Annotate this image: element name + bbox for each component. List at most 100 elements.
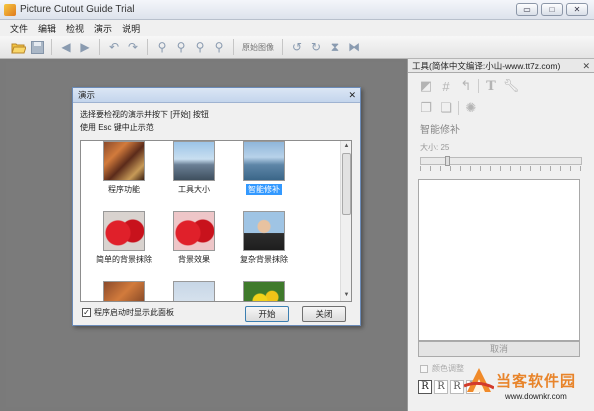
zoom-out-icon[interactable]: ⚲ [173, 39, 189, 55]
demo-item[interactable]: 背景效果 [161, 211, 227, 265]
menu-file[interactable]: 文件 [10, 22, 28, 35]
dialog-close-button[interactable]: ✕ [348, 88, 356, 103]
demo-list-scrollbar[interactable]: ▲ ▼ [340, 141, 351, 301]
demo-item[interactable] [161, 281, 227, 301]
scroll-up-icon[interactable]: ▲ [341, 141, 351, 152]
rotate-left-icon[interactable]: ↺ [289, 39, 305, 55]
close-window-button[interactable]: ✕ [566, 3, 588, 16]
zoom-fit-icon[interactable]: ⚲ [192, 39, 208, 55]
demo-item[interactable] [231, 281, 297, 301]
window-title: Picture Cutout Guide Trial [20, 4, 135, 15]
demo-item[interactable] [91, 281, 157, 301]
panel-close-button[interactable]: ✕ [582, 59, 590, 73]
panel-separator [458, 101, 459, 115]
cancel-button[interactable]: 取消 [418, 341, 580, 357]
show-on-startup-option[interactable]: ✓ 程序启动时显示此面板 [82, 307, 174, 318]
dialog-instruction: 选择要检视的演示并按下 [开始] 按钮 [80, 110, 209, 119]
stamp-icon[interactable]: ✺ [463, 100, 479, 116]
menu-demo[interactable]: 演示 [94, 22, 112, 35]
dialog-title-bar: 演示 ✕ [73, 88, 360, 103]
grid-icon[interactable]: # [438, 78, 454, 94]
watermark-url: www.downkr.com [505, 392, 567, 401]
toolbar-separator [282, 39, 283, 55]
menu-bar: 文件 编辑 检视 演示 说明 [0, 20, 594, 36]
color-adjust-label: 颜色调整 [432, 364, 464, 373]
panel-tool-row-2: ❐ ❏ ✺ [408, 95, 594, 117]
demo-thumbnail-lake [243, 141, 285, 181]
maximize-button[interactable]: □ [541, 3, 563, 16]
dialog-esc-hint: 使用 Esc 键中止示范 [80, 123, 154, 132]
forward-arrow-icon[interactable]: ▶ [77, 39, 93, 55]
menu-help[interactable]: 说明 [122, 22, 140, 35]
toolbar-separator [233, 39, 234, 55]
layers-icon[interactable]: ❐ [418, 100, 434, 116]
panel-tool-row: ◩ # ↰ T 🔧︎ [408, 73, 594, 95]
demo-thumbnail-raspberries-bg [173, 211, 215, 251]
redo-icon[interactable]: ↷ [125, 39, 141, 55]
window-controls: ▭ □ ✕ [516, 3, 588, 16]
demo-label: 工具大小 [178, 185, 210, 194]
flip-vertical-icon[interactable]: ⧗ [327, 39, 343, 55]
demo-thumbnail-sky [173, 281, 215, 301]
demo-label-selected: 智能修补 [246, 184, 282, 195]
zoom-actual-icon[interactable]: ⚲ [211, 39, 227, 55]
demo-thumbnail-gifts [103, 141, 145, 181]
original-image-button[interactable]: 原始图像 [240, 42, 276, 53]
demo-item[interactable]: 简单的背景抹除 [91, 211, 157, 265]
flip-horizontal-icon[interactable]: ⧓ [346, 39, 362, 55]
demo-label: 背景效果 [178, 255, 210, 264]
undo-stroke-icon[interactable]: ↰ [458, 78, 474, 94]
panel-separator [478, 79, 479, 93]
minimize-button[interactable]: ▭ [516, 3, 538, 16]
copy-icon[interactable]: ❏ [438, 100, 454, 116]
rotate-right-icon[interactable]: ↻ [308, 39, 324, 55]
section-label: 智能修补 [420, 125, 460, 136]
wrench-icon[interactable]: 🔧︎ [503, 78, 520, 94]
demo-thumbnail-landscape [173, 141, 215, 181]
r-icon[interactable]: R [418, 380, 432, 394]
slider-ticks [420, 166, 582, 171]
demo-list[interactable]: 程序功能 工具大小 智能修补 简单的背景抹除 背景效果 复杂背景抹除 ▲ ▼ [80, 140, 352, 302]
color-adjust-option[interactable]: 颜色调整 [420, 363, 464, 374]
start-button[interactable]: 开始 [245, 306, 289, 322]
demo-item[interactable]: 智能修补 [231, 141, 297, 195]
demo-item[interactable]: 程序功能 [91, 141, 157, 195]
scroll-thumb[interactable] [342, 153, 351, 215]
save-icon[interactable] [29, 39, 45, 55]
watermark-name: 当客软件园 [496, 372, 577, 390]
demo-label: 复杂背景抹除 [240, 255, 288, 264]
demo-dialog: 演示 ✕ 选择要检视的演示并按下 [开始] 按钮 使用 Esc 键中止示范 程序… [72, 87, 361, 326]
r-icon[interactable]: R [434, 380, 448, 394]
toolbar-separator [147, 39, 148, 55]
demo-item[interactable]: 工具大小 [161, 141, 227, 195]
site-watermark: 当客软件园 [463, 366, 577, 394]
demo-thumbnail-flowers [243, 281, 285, 301]
show-on-startup-checkbox[interactable]: ✓ [82, 308, 91, 317]
app-icon [4, 4, 16, 16]
demo-item[interactable]: 复杂背景抹除 [231, 211, 297, 265]
size-label: 大小: 25 [420, 143, 450, 152]
panel-list-box[interactable] [418, 179, 580, 341]
text-icon[interactable]: T [483, 78, 499, 94]
demo-thumbnail-person [243, 211, 285, 251]
toolbar: ◀ ▶ ↶ ↷ ⚲ ⚲ ⚲ ⚲ 原始图像 ↺ ↻ ⧗ ⧓ [0, 36, 594, 59]
watermark-logo-icon [463, 366, 495, 394]
scroll-down-icon[interactable]: ▼ [341, 290, 351, 301]
demo-label: 程序功能 [108, 185, 140, 194]
menu-edit[interactable]: 编辑 [38, 22, 56, 35]
back-arrow-icon[interactable]: ◀ [58, 39, 74, 55]
undo-icon[interactable]: ↶ [106, 39, 122, 55]
open-folder-icon[interactable] [10, 39, 26, 55]
zoom-in-icon[interactable]: ⚲ [154, 39, 170, 55]
menu-view[interactable]: 检视 [66, 22, 84, 35]
crop-icon[interactable]: ◩ [418, 78, 434, 94]
demo-label: 简单的背景抹除 [96, 255, 152, 264]
color-adjust-checkbox[interactable] [420, 364, 428, 373]
size-slider[interactable] [420, 156, 582, 166]
r-icon[interactable]: R [450, 380, 464, 394]
slider-thumb[interactable] [445, 156, 450, 166]
close-button[interactable]: 关闭 [302, 306, 346, 322]
show-on-startup-label: 程序启动时显示此面板 [94, 308, 174, 317]
demo-thumbnail-gifts-2 [103, 281, 145, 301]
toolbar-separator [99, 39, 100, 55]
